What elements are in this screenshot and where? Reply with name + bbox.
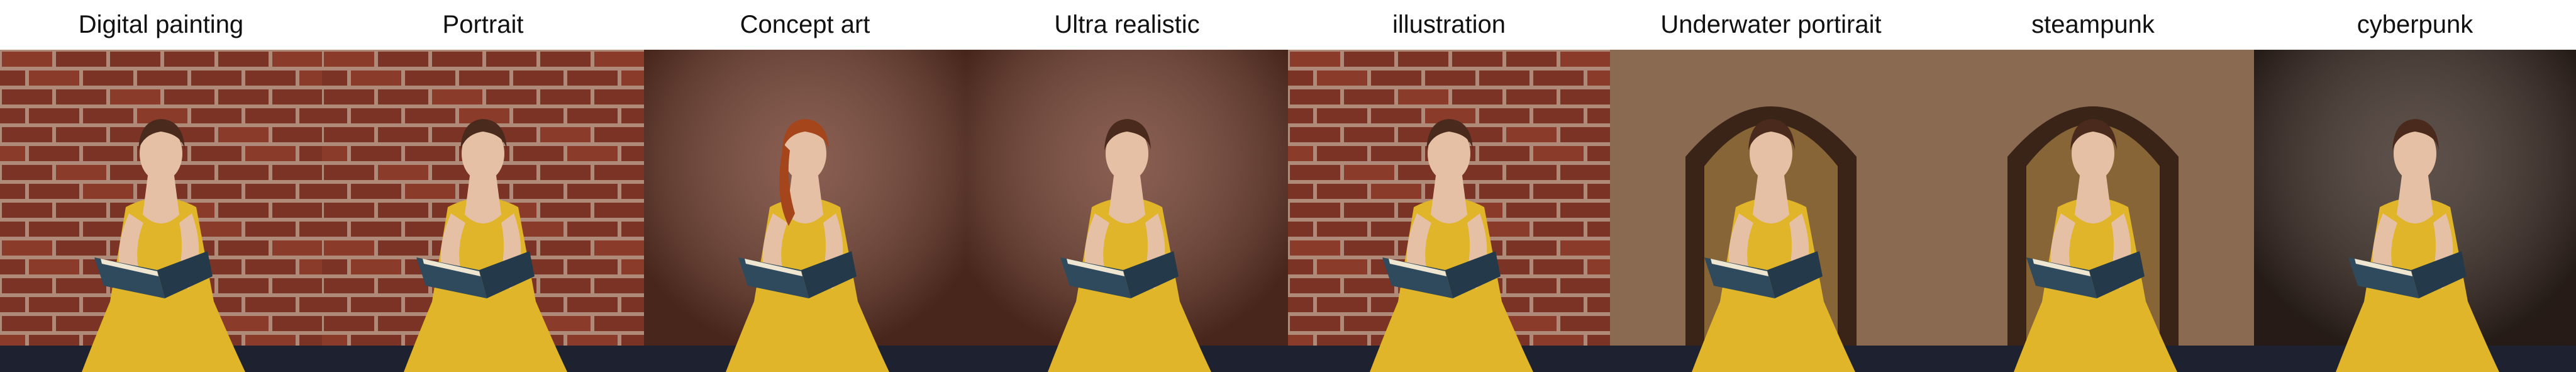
panel-caption: cyberpunk	[2254, 0, 2576, 50]
illustration	[322, 50, 644, 372]
panel-image-7	[2254, 50, 2576, 372]
panel-image-0	[0, 50, 322, 372]
panel-caption: Concept art	[644, 0, 966, 50]
illustration	[644, 50, 966, 372]
panel-caption: Digital painting	[0, 0, 322, 50]
panel-image-5	[1610, 50, 1932, 372]
panel-column-7: cyberpunk	[2254, 0, 2576, 372]
panel-column-2: Concept art	[644, 0, 966, 372]
neck	[1109, 176, 1145, 223]
panel-column-5: Underwater portirait	[1610, 0, 1932, 372]
image-strip: Digital painting Portrait Concept art Ul…	[0, 0, 2576, 372]
panel-caption: illustration	[1288, 0, 1610, 50]
neck	[143, 176, 179, 223]
panel-caption: Underwater portirait	[1610, 0, 1932, 50]
neck	[1753, 176, 1789, 223]
panel-image-4	[1288, 50, 1610, 372]
neck	[2075, 176, 2111, 223]
illustration	[1288, 50, 1610, 372]
illustration	[1610, 50, 1932, 372]
illustration	[966, 50, 1288, 372]
panel-column-6: steampunk	[1932, 0, 2254, 372]
panel-caption: Portrait	[322, 0, 644, 50]
panel-column-1: Portrait	[322, 0, 644, 372]
neck	[1431, 176, 1467, 223]
neck	[2397, 176, 2433, 223]
panel-column-3: Ultra realistic	[966, 0, 1288, 372]
panel-image-6	[1932, 50, 2254, 372]
panel-image-3	[966, 50, 1288, 372]
illustration	[2254, 50, 2576, 372]
panel-image-1	[322, 50, 644, 372]
neck	[465, 176, 501, 223]
panel-column-4: illustration	[1288, 0, 1610, 372]
panel-caption: Ultra realistic	[966, 0, 1288, 50]
panel-image-2	[644, 50, 966, 372]
panel-caption: steampunk	[1932, 0, 2254, 50]
illustration	[0, 50, 322, 372]
panel-column-0: Digital painting	[0, 0, 322, 372]
illustration	[1932, 50, 2254, 372]
